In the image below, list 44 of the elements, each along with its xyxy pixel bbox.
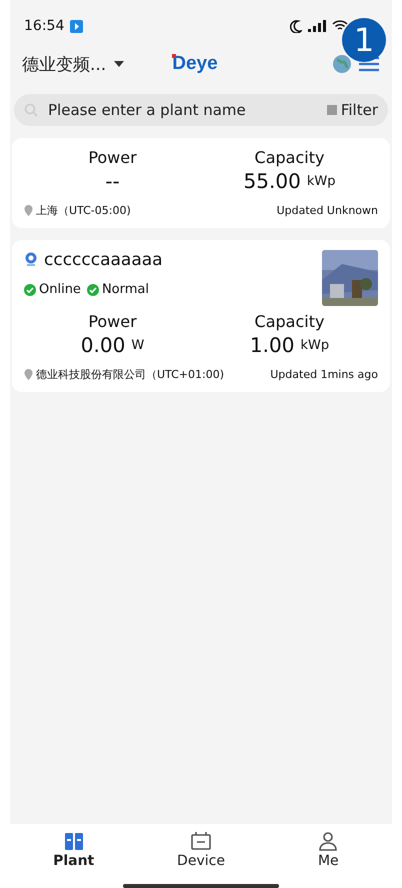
plant-icon (62, 831, 85, 851)
plant-location: 德业科技股份有限公司（UTC+01:00) (36, 367, 224, 382)
plant-card[interactable]: Power -- Capacity 55.00 kWp 上海（UTC-05:00) Updated Unknown (12, 138, 390, 228)
metric-unit: kWp (300, 338, 330, 352)
metric-value: 1.00 (250, 333, 294, 357)
filter-icon (326, 104, 338, 116)
search-field[interactable]: Please enter a plant name Filter (14, 94, 388, 126)
status-time: 16:54 (24, 18, 64, 34)
location-icon (24, 205, 33, 216)
status-label: Online (39, 282, 81, 297)
plant-card[interactable]: ccccccaaaaaa Online Normal Power 0.00 W Capacity 1.00 kWp 德业科技股份有限公司（UTC+01:00) Updated 1mins ago (12, 240, 390, 392)
globe-icon[interactable] (332, 54, 352, 74)
menu-icon[interactable] (358, 56, 380, 72)
step-marker: 1 (342, 18, 386, 62)
wifi-icon (332, 20, 348, 32)
person-icon (317, 831, 340, 851)
metric-unit: W (131, 338, 144, 352)
battery-icon (190, 831, 212, 851)
metric-unit: kWp (306, 174, 336, 188)
metric-label: Power (88, 148, 137, 167)
status-label: Normal (102, 282, 149, 297)
update-time: Updated Unknown (276, 204, 378, 217)
signal-icon (308, 20, 326, 32)
search-icon (24, 103, 38, 117)
caret-icon (114, 61, 124, 67)
metric-value: 0.00 (80, 333, 126, 357)
metric-label: Capacity (254, 312, 324, 331)
metric-label: Power (88, 312, 137, 331)
app-icon (70, 20, 84, 32)
site-selector[interactable]: 德业变频... (22, 52, 124, 76)
nav-tab[interactable]: Me (264, 830, 392, 870)
nav-tab[interactable]: Plant (10, 830, 138, 870)
brand-logo: Deye (172, 53, 218, 75)
plant-badge-icon (24, 252, 38, 268)
metric-value: 55.00 (244, 169, 301, 193)
nav-tab[interactable]: Device (137, 830, 265, 870)
location-icon (24, 369, 33, 380)
metric-value: -- (105, 169, 120, 193)
metric-label: Capacity (254, 148, 324, 167)
plant-name: ccccccaaaaaa (44, 250, 163, 270)
filter-button[interactable]: Filter (326, 101, 378, 119)
moon-icon (290, 20, 302, 32)
update-time: Updated 1mins ago (270, 368, 378, 381)
plant-location: 上海（UTC-05:00) (36, 203, 131, 218)
